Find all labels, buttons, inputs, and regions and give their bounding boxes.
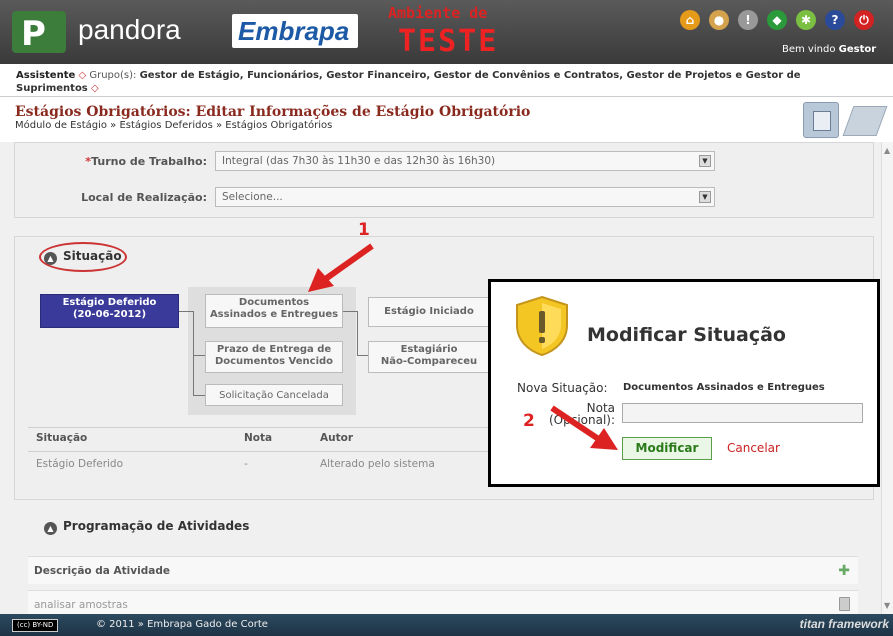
scrollbar[interactable]: ▲ ▼: [881, 142, 893, 614]
table-cell: Estágio Deferido: [36, 458, 124, 470]
flow-connector: [179, 311, 193, 312]
flow-connector: [343, 311, 357, 312]
scroll-down-icon[interactable]: ▼: [884, 601, 890, 610]
clear-button[interactable]: [842, 106, 888, 136]
turno-label: *Turno de Trabalho:: [85, 155, 207, 168]
settings-icon[interactable]: ✱: [796, 10, 816, 30]
local-label: Local de Realização:: [81, 191, 207, 204]
brand-name: pandora: [78, 14, 181, 45]
diamond-icon: ◇: [90, 83, 99, 94]
option-cancelada[interactable]: Solicitação Cancelada: [205, 384, 343, 406]
trash-icon[interactable]: [839, 597, 850, 611]
form-panel: *Turno de Trabalho: Integral (das 7h30 à…: [14, 142, 874, 218]
user-icon[interactable]: ●: [709, 10, 729, 30]
header-icon-bar: ⌂ ●! ◆ ✱? ⏻: [680, 10, 874, 30]
flow-connector: [357, 355, 368, 356]
flow-connector: [193, 311, 194, 395]
power-icon[interactable]: ⏻: [854, 10, 874, 30]
add-activity-icon[interactable]: ✚: [838, 563, 850, 579]
breadcrumb[interactable]: Módulo de Estágio » Estágios Deferidos »…: [15, 120, 332, 131]
framework-logo[interactable]: titan framework: [800, 617, 889, 631]
highlight-oval: [39, 242, 127, 272]
copyright-text: © 2011 » Embrapa Gado de Corte: [96, 619, 268, 630]
home-icon[interactable]: ⌂: [680, 10, 700, 30]
col-situacao: Situação: [36, 432, 88, 444]
assistant-label: Assistente: [16, 70, 76, 81]
chevron-down-icon: ▼: [699, 155, 711, 167]
flow-connector: [357, 311, 358, 355]
collapse-icon[interactable]: ▲: [44, 522, 57, 535]
flow-connector: [193, 395, 205, 396]
welcome-message: Bem vindo Gestor: [782, 44, 877, 55]
new-situation-label: Nova Situação:: [517, 381, 608, 395]
table-header-row: Descrição da Atividade ✚: [28, 556, 858, 584]
license-badge[interactable]: (cc) BY-ND: [12, 619, 59, 632]
dialog-title: Modificar Situação: [587, 324, 786, 346]
embrapa-logo: Embrapa: [232, 14, 358, 48]
groups-list: Gestor de Estágio, Funcionários, Gestor …: [139, 70, 801, 81]
note-input[interactable]: [622, 403, 863, 423]
save-button[interactable]: [803, 102, 839, 138]
col-autor: Autor: [320, 432, 354, 444]
step-1-marker: 1: [358, 220, 370, 240]
programacao-section-title[interactable]: ▲ Programação de Atividades: [44, 519, 249, 535]
diamond-icon: ◇: [78, 70, 87, 81]
alert-icon[interactable]: !: [738, 10, 758, 30]
table-cell: -: [244, 458, 248, 470]
groups-list-cont: Suprimentos: [16, 83, 88, 94]
groups-prefix: Grupo(s):: [89, 70, 137, 81]
chevron-down-icon: ▼: [699, 191, 711, 203]
red-arrow-1: [308, 243, 374, 292]
turno-row: *Turno de Trabalho: Integral (das 7h30 à…: [27, 147, 717, 177]
environment-name: TESTE: [398, 24, 499, 59]
current-situation-box: Estágio Deferido (20-06-2012): [40, 294, 179, 328]
help-icon[interactable]: ?: [825, 10, 845, 30]
option-nao-compareceu[interactable]: Estagiário Não-Compareceu: [368, 341, 490, 373]
new-situation-value: Documentos Assinados e Entregues: [623, 382, 825, 393]
scroll-up-icon[interactable]: ▲: [884, 146, 890, 155]
modify-situation-dialog: Modificar Situação Nova Situação: Docume…: [488, 279, 880, 487]
local-select[interactable]: Selecione... ▼: [215, 187, 715, 207]
assistant-bar: Assistente ◇ Grupo(s): Gestor de Estágio…: [16, 69, 893, 95]
table-cell: Alterado pelo sistema: [320, 458, 435, 470]
page-title: Estágios Obrigatórios: Editar Informaçõe…: [15, 104, 531, 120]
option-prazo-vencido[interactable]: Prazo de Entrega de Documentos Vencido: [205, 341, 343, 373]
local-row: Local de Realização: Selecione... ▼: [27, 183, 717, 213]
page-header: Estágios Obrigatórios: Editar Informaçõe…: [0, 96, 893, 142]
flow-connector: [193, 355, 205, 356]
pandora-logo[interactable]: P: [12, 11, 66, 54]
option-estagio-iniciado[interactable]: Estágio Iniciado: [368, 297, 490, 327]
warning-shield-icon: [516, 295, 568, 357]
step-2-marker: 2: [523, 411, 535, 431]
red-arrow-2: [550, 405, 618, 450]
brazil-flag-icon[interactable]: ◆: [767, 10, 787, 30]
turno-select[interactable]: Integral (das 7h30 às 11h30 e das 12h30 …: [215, 151, 715, 171]
top-header: P pandora Embrapa Ambiente de TESTE ⌂ ●! ◆…: [0, 0, 893, 64]
environment-label: Ambiente de: [388, 4, 488, 22]
page-footer: (cc) BY-ND © 2011 » Embrapa Gado de Cort…: [0, 614, 893, 636]
cancel-link[interactable]: Cancelar: [727, 441, 780, 455]
col-nota: Nota: [244, 432, 273, 444]
modify-button[interactable]: Modificar: [622, 437, 712, 460]
